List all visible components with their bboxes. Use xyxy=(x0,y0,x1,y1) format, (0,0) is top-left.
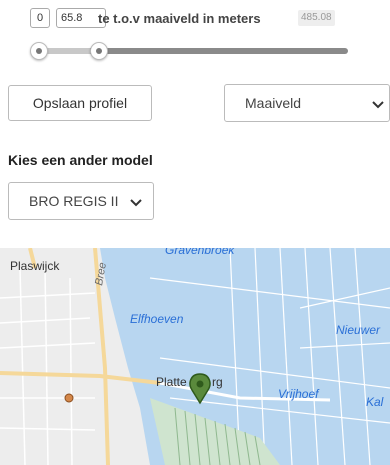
chevron-down-icon xyxy=(130,199,142,207)
depth-range-slider[interactable] xyxy=(28,42,348,62)
range-label: te t.o.v maaiveld in meters xyxy=(98,11,261,26)
map-label-plattenburg-start: Platte xyxy=(156,375,187,389)
map-label-gravenbroek: Gravenbroek xyxy=(165,248,235,257)
save-profile-button[interactable]: Opslaan profiel xyxy=(8,85,152,121)
map-label-plaswijck: Plaswijck xyxy=(10,259,60,273)
surface-select-value: Maaiveld xyxy=(245,95,302,111)
poi-dot-icon[interactable] xyxy=(64,393,74,403)
map-label-nieuwer: Nieuwer xyxy=(336,323,381,337)
map-label-elfhoeven: Elfhoeven xyxy=(130,312,184,326)
range-min-input[interactable]: 0 xyxy=(30,8,50,28)
map-label-vrijhoef: Vrijhoef xyxy=(278,387,320,401)
map[interactable]: Plaswijck Bree Gravenbroek Elfhoeven Nie… xyxy=(0,248,390,465)
range-row: 0 65.8 te t.o.v maaiveld in meters 485.0… xyxy=(30,6,360,28)
map-label-plattenburg-end: rg xyxy=(212,375,223,389)
map-canvas[interactable]: Plaswijck Bree Gravenbroek Elfhoeven Nie… xyxy=(0,248,390,465)
model-select-value: BRO REGIS II xyxy=(29,193,119,209)
range-max-value: 485.08 xyxy=(298,10,335,26)
chevron-down-icon xyxy=(372,101,384,109)
model-select[interactable]: BRO REGIS II xyxy=(8,182,154,220)
model-section-title: Kies een ander model xyxy=(8,152,153,168)
slider-handle-min[interactable] xyxy=(30,42,48,60)
slider-handle-max[interactable] xyxy=(90,42,108,60)
map-label-kal: Kal xyxy=(366,395,384,409)
surface-select[interactable]: Maaiveld xyxy=(224,84,390,122)
